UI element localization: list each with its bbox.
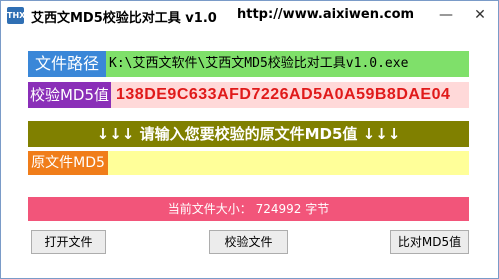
window-title: 艾西文MD5校验比对工具 v1.0 — [31, 11, 217, 26]
close-button[interactable]: ✕ — [469, 5, 491, 25]
md5-value-label: 校验MD5值 — [28, 82, 111, 108]
file-path-field[interactable]: K:\艾西文软件\艾西文MD5校验比对工具v1.0.exe — [106, 51, 469, 77]
minimize-button[interactable]: — — [435, 5, 457, 25]
open-file-button[interactable]: 打开文件 — [31, 230, 106, 254]
md5-value-field[interactable]: 138DE9C633AFD7226AD5A0A59B8DAE04 — [111, 82, 469, 108]
file-path-label: 文件路径 — [28, 51, 106, 77]
instruction-banner: ↓↓↓ 请输入您要校验的原文件MD5值 ↓↓↓ — [28, 121, 469, 147]
app-icon: THX — [7, 7, 25, 24]
title-bar[interactable]: THX 艾西文MD5校验比对工具 v1.0 http://www.aixiwen… — [1, 1, 498, 30]
original-md5-label: 原文件MD5 — [28, 151, 108, 175]
check-file-button[interactable]: 校验文件 — [209, 230, 288, 254]
website-url: http://www.aixiwen.com — [237, 7, 415, 22]
compare-md5-button[interactable]: 比对MD5值 — [390, 230, 469, 254]
file-size-status: 当前文件大小： 724992 字节 — [28, 197, 469, 221]
original-md5-input[interactable] — [108, 151, 469, 175]
app-window: THX 艾西文MD5校验比对工具 v1.0 http://www.aixiwen… — [0, 0, 499, 279]
